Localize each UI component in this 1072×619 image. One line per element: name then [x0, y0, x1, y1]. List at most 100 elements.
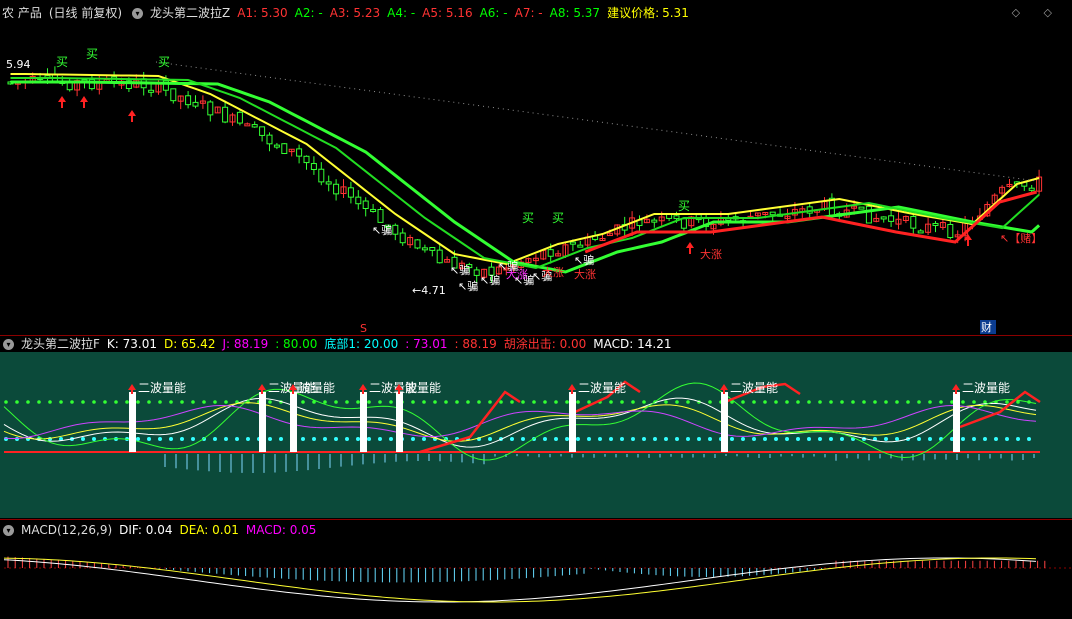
buy-signal-label: 买 [86, 47, 98, 61]
buy-signal-label: 买 [56, 55, 68, 69]
candle-body [399, 232, 406, 244]
buy-signal-label: 买 [552, 211, 564, 225]
upper-reference-dot [939, 400, 943, 404]
deceive-signal-label: ↖骗 [450, 263, 470, 277]
lower-reference-dot [785, 437, 789, 441]
upper-reference-dot [972, 400, 976, 404]
lower-reference-dot [411, 437, 415, 441]
lower-reference-dot [224, 437, 228, 441]
upper-reference-dot [180, 400, 184, 404]
upper-reference-dot [906, 400, 910, 404]
lower-reference-dot [730, 437, 734, 441]
param-item: A3: 5.23 [329, 6, 381, 20]
main-candlestick-chart: 5.94←4.71买买 买买 买买↖骗↖骗↖骗 ↖骗↖骗↖骗↖骗↖骗大涨 大涨 大涨大涨↖… [6, 47, 1042, 334]
lower-reference-dot [345, 437, 349, 441]
macd-menu-icon[interactable]: ▾ [3, 524, 14, 536]
kdj-menu-icon[interactable]: ▾ [3, 338, 14, 350]
upper-reference-dot [554, 400, 558, 404]
lower-reference-dot [389, 437, 393, 441]
upper-reference-dot [466, 400, 470, 404]
lower-reference-dot [378, 437, 382, 441]
upper-reference-dot [15, 400, 19, 404]
upper-reference-dot [807, 400, 811, 404]
upper-reference-dot [521, 400, 525, 404]
lower-reference-dot [994, 437, 998, 441]
lower-reference-dot [972, 437, 976, 441]
lower-reference-dot [961, 437, 965, 441]
lower-reference-dot [279, 437, 283, 441]
upper-reference-dot [334, 400, 338, 404]
candle-body [769, 211, 776, 216]
upper-reference-dot [378, 400, 382, 404]
upper-reference-dot [686, 400, 690, 404]
macd-params: DIF: 0.04 DEA: 0.01 MACD: 0.05 [119, 521, 323, 539]
lower-reference-dot [1016, 437, 1020, 441]
indicator-menu-icon[interactable]: ▾ [132, 7, 144, 19]
upper-reference-dot [609, 400, 613, 404]
window-control-icons[interactable]: ◇ ◇ [1012, 6, 1062, 19]
dif-line [3, 557, 1037, 603]
param-item: A5: 5.16 [422, 6, 473, 20]
lower-reference-dot [510, 437, 514, 441]
big-rise-label: 大涨 [574, 267, 596, 281]
lower-reference-dot [763, 437, 767, 441]
candle-body [310, 163, 317, 170]
lower-reference-dot [334, 437, 338, 441]
upper-reference-dot [675, 400, 679, 404]
lower-reference-dot [301, 437, 305, 441]
upper-reference-dot [851, 400, 855, 404]
param-item: A4: - [387, 6, 416, 20]
candle-body [414, 239, 421, 249]
lower-reference-dot [136, 437, 140, 441]
wave-pillar [721, 392, 728, 452]
kdj-header: ▾ 龙头第二波拉F K: 73.01 D: 65.42 J: 88.19: 80.0… [0, 335, 685, 353]
wave-pillar [396, 392, 403, 452]
upper-reference-dot [741, 400, 745, 404]
lower-reference-dot [169, 437, 173, 441]
big-rise-label: 大涨 [506, 267, 528, 281]
wave-pillar [953, 392, 960, 452]
macd-indicator-name[interactable]: MACD(12,26,9) [21, 521, 112, 539]
upper-reference-dot [224, 400, 228, 404]
upper-reference-dot [840, 400, 844, 404]
upper-reference-dot [532, 400, 536, 404]
upper-reference-dot [136, 400, 140, 404]
up-arrow-icon [80, 96, 88, 108]
upper-reference-dot [48, 400, 52, 404]
lower-reference-dot [818, 437, 822, 441]
candle-body [392, 224, 399, 235]
lower-reference-dot [796, 437, 800, 441]
lower-reference-dot [213, 437, 217, 441]
up-arrow-icon [58, 96, 66, 108]
upper-reference-dot [510, 400, 514, 404]
wave-pillar [290, 392, 297, 452]
lower-reference-dot [829, 437, 833, 441]
lower-reference-dot [741, 437, 745, 441]
upper-reference-dot [213, 400, 217, 404]
lower-reference-dot [620, 437, 624, 441]
lower-reference-dot [367, 437, 371, 441]
upper-reference-dot [818, 400, 822, 404]
lower-reference-dot [565, 437, 569, 441]
kdj-indicator-name[interactable]: 龙头第二波拉F [21, 335, 100, 353]
candle-body [303, 155, 310, 164]
candle-body [577, 244, 584, 248]
lower-reference-dot [917, 437, 921, 441]
wave-pillar [129, 392, 136, 452]
candle-body [148, 89, 155, 93]
param-item: K: 73.01 [106, 337, 157, 351]
candle-body [273, 144, 280, 148]
upper-reference-dot [191, 400, 195, 404]
lower-reference-dot [697, 437, 701, 441]
buy-signal-label: 买 [522, 211, 534, 225]
param-item: : 88.19 [454, 337, 497, 351]
cai-marker: 财 [981, 320, 992, 334]
dea-line [3, 557, 1037, 603]
lower-reference-dot [312, 437, 316, 441]
upper-reference-dot [268, 400, 272, 404]
upper-reference-dot [1005, 400, 1009, 404]
moving-average-line [10, 77, 1040, 270]
indicator-name[interactable]: 龙头第二波拉Z [150, 4, 230, 22]
upper-reference-dot [961, 400, 965, 404]
candle-body [865, 205, 872, 224]
